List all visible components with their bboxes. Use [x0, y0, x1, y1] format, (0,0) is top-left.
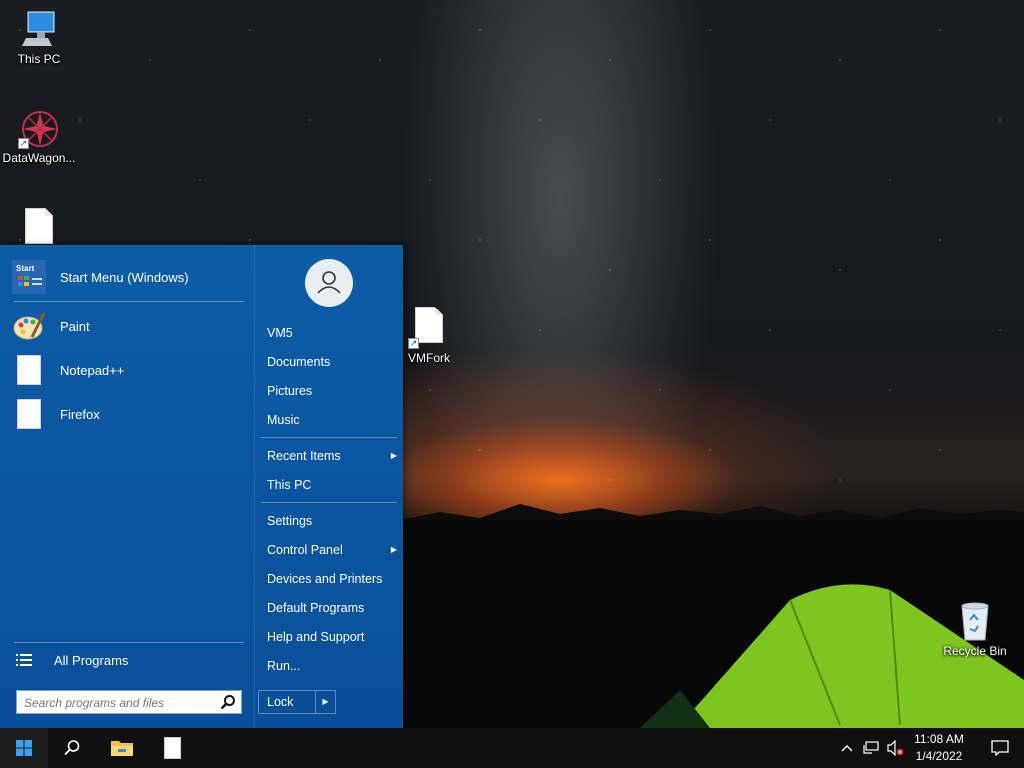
network-icon [863, 741, 879, 754]
start-menu-icon: Start [12, 260, 46, 294]
taskbar-document[interactable] [148, 728, 196, 768]
place-label: VM5 [267, 326, 293, 340]
place-label: Music [267, 413, 300, 427]
place-recent-items[interactable]: Recent Items ▶ [267, 446, 397, 466]
computer-icon [18, 8, 60, 50]
shortcut-arrow-icon: ↗ [408, 338, 419, 349]
paint-icon [12, 309, 46, 343]
program-label: Notepad++ [60, 362, 125, 378]
place-label: This PC [267, 478, 312, 492]
search-box[interactable] [16, 690, 242, 714]
volume-tray-button[interactable] [884, 728, 906, 768]
start-menu-places-panel: VM5 Documents Pictures Music Recent Item… [254, 245, 404, 728]
place-vm5[interactable]: VM5 [267, 323, 397, 343]
user-avatar[interactable] [305, 259, 353, 307]
submenu-arrow-icon: ▶ [390, 545, 397, 554]
search-icon [64, 740, 80, 756]
action-center-button[interactable] [976, 728, 1024, 768]
recycle-bin-desktop-icon[interactable]: Recycle Bin [936, 600, 1014, 658]
taskbar: 11:08 AM 1/4/2022 [0, 728, 1024, 768]
network-tray-button[interactable] [860, 728, 882, 768]
program-paint[interactable]: Paint [12, 306, 244, 346]
this-pc-desktop-icon[interactable]: This PC [0, 8, 78, 66]
datawagon-desktop-icon[interactable]: ↗ DataWagon... [0, 107, 78, 165]
place-label: Pictures [267, 384, 313, 398]
place-label: Settings [267, 514, 313, 528]
start-menu-programs-panel: Start Start Menu (Windows) Paint Notepad… [0, 245, 254, 728]
file-explorer-icon [111, 741, 133, 756]
place-devices-and-printers[interactable]: Devices and Printers [267, 569, 397, 589]
divider [261, 502, 397, 503]
clock-date: 1/4/2022 [915, 749, 963, 763]
desktop-icon-label: This PC [17, 52, 61, 66]
action-center-icon [991, 740, 1009, 756]
recycle-bin-icon [954, 600, 996, 642]
program-label: Firefox [60, 406, 100, 422]
program-notepad-plus-plus[interactable]: Notepad++ [12, 350, 244, 390]
system-clock[interactable]: 11:08 AM 1/4/2022 [905, 731, 973, 765]
clock-time: 11:08 AM [914, 732, 964, 746]
desktop-icon-label: DataWagon... [2, 151, 76, 165]
program-label: Paint [60, 318, 90, 334]
lock-button[interactable]: Lock [258, 690, 316, 714]
start-menu: Start Start Menu (Windows) Paint Notepad… [0, 245, 403, 728]
place-control-panel[interactable]: Control Panel ▶ [267, 540, 397, 560]
taskbar-search-button[interactable] [48, 728, 96, 768]
search-icon[interactable] [220, 694, 236, 710]
program-firefox[interactable]: Firefox [12, 394, 244, 434]
submenu-arrow-icon: ▶ [390, 451, 397, 460]
place-label: Devices and Printers [267, 572, 383, 586]
desktop-icon-label: Recycle Bin [943, 644, 1007, 658]
svg-text:Start: Start [16, 264, 35, 273]
place-label: Recent Items [267, 449, 341, 463]
place-label: Help and Support [267, 630, 365, 644]
user-icon [317, 271, 341, 294]
place-label: Run... [267, 659, 301, 673]
list-icon [14, 643, 34, 677]
datawagon-app-icon: ↗ [18, 107, 60, 149]
start-button[interactable] [0, 728, 48, 768]
place-music[interactable]: Music [267, 410, 397, 430]
file-icon [18, 208, 60, 250]
place-help-and-support[interactable]: Help and Support [267, 627, 397, 647]
windows-start-icon [16, 740, 32, 756]
divider [14, 301, 244, 302]
program-label: Start Menu (Windows) [60, 269, 189, 285]
file-icon [12, 353, 46, 387]
all-programs-label: All Programs [54, 652, 129, 668]
volume-muted-icon [887, 740, 904, 756]
place-label: Default Programs [267, 601, 365, 615]
place-label: Control Panel [267, 543, 343, 557]
show-hidden-icons-button[interactable] [836, 728, 858, 768]
all-programs-button[interactable]: All Programs [14, 640, 246, 680]
place-run[interactable]: Run... [267, 656, 397, 676]
file-icon [12, 397, 46, 431]
lock-options-arrow-icon[interactable]: ▶ [316, 690, 336, 714]
shortcut-arrow-icon: ↗ [18, 138, 29, 149]
place-documents[interactable]: Documents [267, 352, 397, 372]
search-input[interactable] [22, 692, 216, 714]
taskbar-file-explorer[interactable] [98, 728, 146, 768]
divider [261, 437, 397, 438]
file-icon: ↗ [408, 307, 450, 349]
place-this-pc[interactable]: This PC [267, 475, 397, 495]
document-icon [163, 737, 181, 759]
chevron-up-icon [841, 745, 853, 752]
place-pictures[interactable]: Pictures [267, 381, 397, 401]
place-default-programs[interactable]: Default Programs [267, 598, 397, 618]
program-start-menu-windows[interactable]: Start Start Menu (Windows) [12, 257, 244, 297]
place-label: Documents [267, 355, 331, 369]
place-settings[interactable]: Settings [267, 511, 397, 531]
